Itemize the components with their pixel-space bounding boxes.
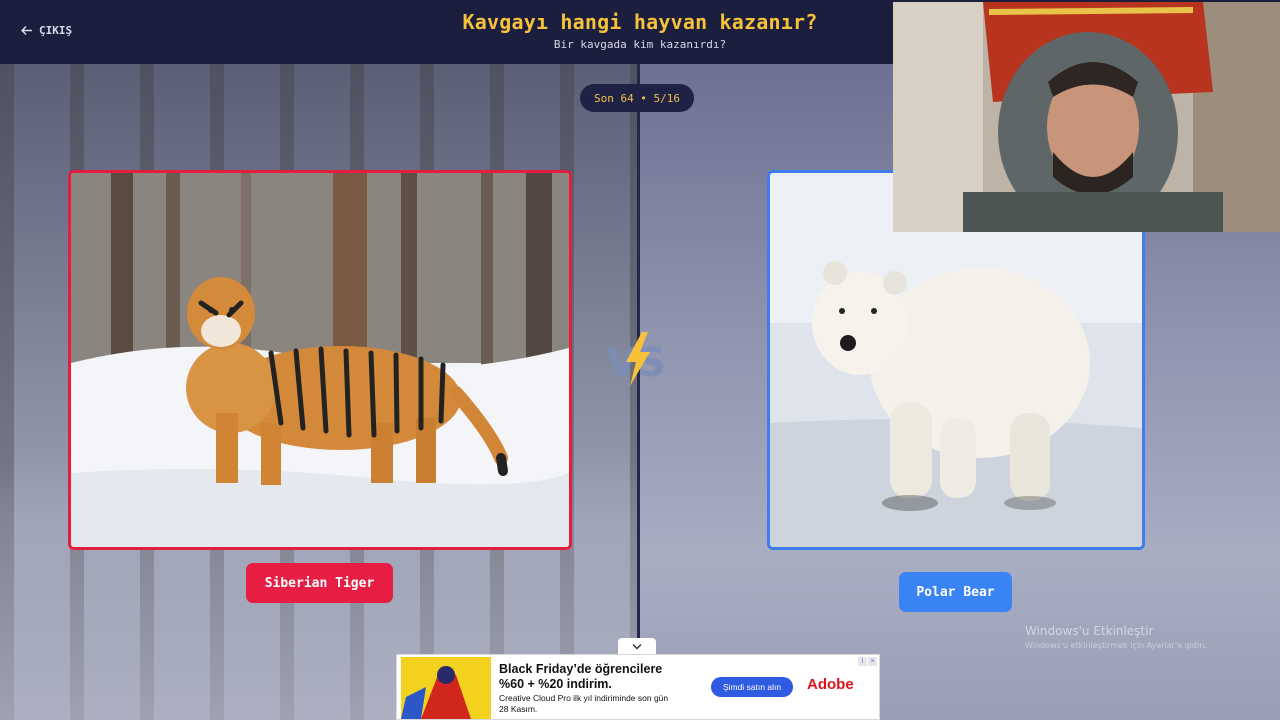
- webcam-overlay: [893, 2, 1280, 232]
- versus-icon: VS: [606, 332, 666, 386]
- ad-banner[interactable]: Black Friday’de öğrencilere %60 + %20 in…: [396, 654, 880, 720]
- tiger-image: [71, 173, 569, 547]
- watermark-subtitle: Windows'u etkinleştirmek için Ayarlar'a …: [1025, 641, 1207, 650]
- ad-headline-2: %60 + %20 indirim.: [499, 677, 612, 691]
- watermark-title: Windows'u Etkinleştir: [1025, 624, 1154, 638]
- ad-artwork: [401, 657, 491, 719]
- choose-polar-bear-button[interactable]: Polar Bear: [899, 572, 1012, 612]
- activation-watermark: Windows'u Etkinleştir Windows'u etkinleş…: [1025, 624, 1207, 650]
- ad-controls: i ×: [858, 657, 877, 666]
- ad-headline-1: Black Friday’de öğrencilere: [499, 662, 663, 676]
- round-indicator: Son 64 • 5/16: [580, 84, 694, 112]
- choose-tiger-button[interactable]: Siberian Tiger: [246, 563, 393, 603]
- chevron-down-icon: [632, 644, 642, 650]
- info-icon[interactable]: i: [858, 657, 867, 666]
- close-icon[interactable]: ×: [868, 657, 877, 666]
- center-divider: [637, 64, 640, 720]
- ad-body: Creative Cloud Pro ilk yıl indiriminde s…: [499, 693, 669, 714]
- tiger-card[interactable]: [68, 170, 572, 550]
- ad-brand: Adobe: [807, 676, 854, 693]
- ad-cta-button[interactable]: Şimdi satın alın: [711, 677, 793, 697]
